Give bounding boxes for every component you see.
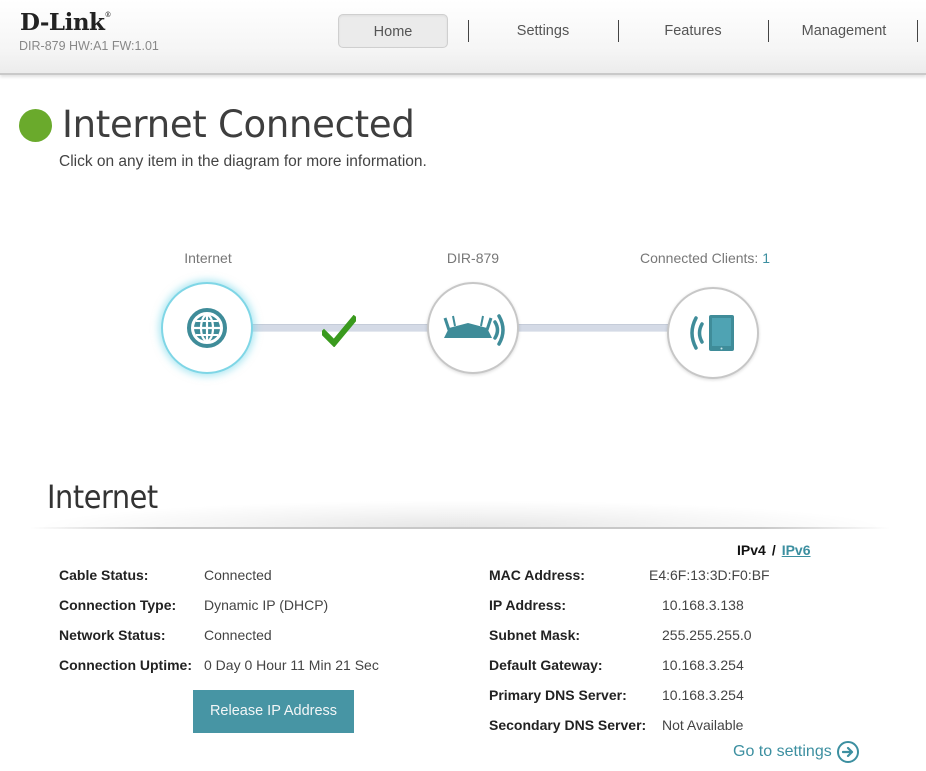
page-subtitle: Click on any item in the diagram for mor… bbox=[59, 153, 427, 170]
router-node[interactable] bbox=[427, 282, 519, 374]
globe-icon bbox=[187, 308, 227, 348]
info-value: Dynamic IP (DHCP) bbox=[204, 597, 329, 613]
info-value: 0 Day 0 Hour 11 Min 21 Sec bbox=[204, 657, 379, 673]
tablet-wireless-icon bbox=[690, 315, 734, 351]
info-label: Connection Type: bbox=[59, 597, 177, 613]
router-label: DIR-879 bbox=[446, 250, 500, 266]
info-label: Primary DNS Server: bbox=[489, 687, 627, 703]
info-value: 10.168.3.254 bbox=[662, 657, 744, 673]
top-header: D-Link® DIR-879 HW:A1 FW:1.01 Home Setti… bbox=[0, 0, 926, 75]
info-label: Network Status: bbox=[59, 627, 166, 643]
page-title: Internet Connected bbox=[62, 103, 415, 146]
info-value: Not Available bbox=[662, 717, 744, 733]
ipv4-tab[interactable]: IPv4 bbox=[737, 542, 766, 558]
clients-node[interactable] bbox=[667, 287, 759, 379]
section-divider bbox=[30, 527, 890, 529]
nav-divider bbox=[917, 20, 918, 42]
internet-label: Internet bbox=[184, 250, 232, 266]
nav-features[interactable]: Features bbox=[628, 14, 758, 48]
info-value: Connected bbox=[204, 627, 272, 643]
nav-divider bbox=[618, 20, 619, 42]
section-header-shadow bbox=[30, 500, 890, 528]
clients-label-text: Connected Clients: bbox=[640, 250, 759, 266]
arrow-right-circle-icon bbox=[836, 741, 859, 763]
info-label: Default Gateway: bbox=[489, 657, 603, 673]
info-value: Connected bbox=[204, 567, 272, 583]
ip-version-switch: IPv4 / IPv6 bbox=[737, 542, 811, 558]
ip-version-separator: / bbox=[771, 542, 776, 558]
nav-divider bbox=[768, 20, 769, 42]
info-label: Secondary DNS Server: bbox=[489, 717, 647, 733]
router-clients-link bbox=[516, 324, 672, 332]
checkmark-icon bbox=[322, 315, 356, 347]
nav-divider bbox=[468, 20, 469, 42]
info-label: Subnet Mask: bbox=[489, 627, 581, 643]
info-value: E4:6F:13:3D:F0:BF bbox=[649, 567, 770, 583]
dlink-logo: D-Link® bbox=[20, 9, 111, 36]
go-to-settings-link[interactable]: Go to settings bbox=[733, 741, 859, 763]
info-label: Cable Status: bbox=[59, 567, 149, 583]
info-label: IP Address: bbox=[489, 597, 567, 613]
clients-label: Connected Clients: 1 bbox=[640, 250, 800, 266]
info-value: 255.255.255.0 bbox=[662, 627, 752, 643]
registered-mark: ® bbox=[104, 11, 112, 19]
router-icon bbox=[443, 314, 505, 346]
info-value: 10.168.3.138 bbox=[662, 597, 744, 613]
brand-name: D-Link bbox=[20, 9, 105, 36]
info-label: MAC Address: bbox=[489, 567, 585, 583]
info-label: Connection Uptime: bbox=[59, 657, 192, 673]
ipv6-link[interactable]: IPv6 bbox=[782, 542, 811, 558]
connection-status-indicator bbox=[19, 109, 52, 142]
info-value: 10.168.3.254 bbox=[662, 687, 744, 703]
nav-home[interactable]: Home bbox=[338, 14, 448, 48]
go-to-settings-text: Go to settings bbox=[733, 743, 832, 760]
internet-node[interactable] bbox=[161, 282, 253, 374]
nav-management[interactable]: Management bbox=[778, 14, 910, 48]
model-info: DIR-879 HW:A1 FW:1.01 bbox=[19, 39, 159, 53]
nav-settings[interactable]: Settings bbox=[478, 14, 608, 48]
release-ip-button[interactable]: Release IP Address bbox=[193, 690, 354, 733]
clients-count[interactable]: 1 bbox=[762, 250, 770, 266]
